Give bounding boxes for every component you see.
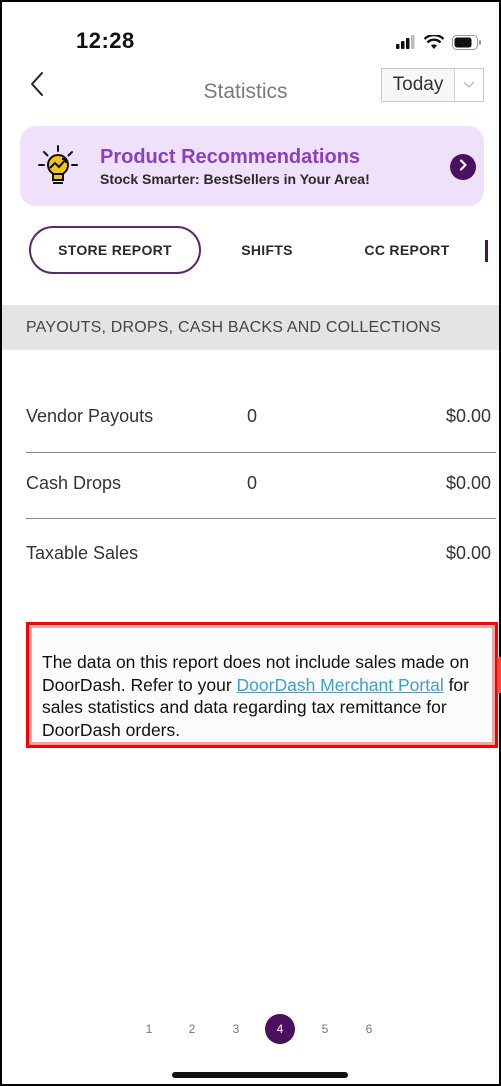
report-tabs: STORE REPORT SHIFTS CC REPORT xyxy=(2,226,499,278)
row-amount: $0.00 xyxy=(445,543,491,563)
chevron-down-icon xyxy=(463,76,475,94)
chevron-right-icon xyxy=(458,158,468,176)
page-5[interactable]: 5 xyxy=(310,1014,340,1044)
table-row: Cash Drops 0 $0.00 xyxy=(2,465,499,505)
row-label: Cash Drops xyxy=(26,473,122,493)
divider xyxy=(26,518,496,519)
table-row: Vendor Payouts 0 $0.00 xyxy=(2,398,499,438)
page-3[interactable]: 3 xyxy=(221,1014,251,1044)
divider xyxy=(26,452,496,453)
notice-text: The data on this report does not include… xyxy=(42,651,494,741)
promo-open-button[interactable] xyxy=(450,154,476,180)
row-label: Taxable Sales xyxy=(26,543,139,563)
row-amount: $0.00 xyxy=(445,406,491,426)
nav-bar: Statistics Today xyxy=(2,64,499,116)
tab-cc-report[interactable]: CC REPORT xyxy=(342,226,472,274)
row-count: 0 xyxy=(247,406,258,426)
notice-edge-marker xyxy=(497,657,501,693)
page-4-current[interactable]: 4 xyxy=(265,1014,295,1044)
page-6[interactable]: 6 xyxy=(354,1014,384,1044)
lightbulb-icon xyxy=(36,144,80,193)
signal-icon xyxy=(396,35,416,49)
period-dropdown-toggle[interactable] xyxy=(455,69,483,101)
table-row: Taxable Sales $0.00 xyxy=(2,535,499,575)
promo-title: Product Recommendations xyxy=(100,146,361,168)
pagination: 1 2 3 4 5 6 xyxy=(2,1014,499,1044)
period-value: Today xyxy=(382,69,455,101)
tab-store-report[interactable]: STORE REPORT xyxy=(29,226,201,274)
status-icons xyxy=(396,32,482,52)
doordash-notice: The data on this report does not include… xyxy=(26,622,498,748)
tab-shifts[interactable]: SHIFTS xyxy=(222,226,312,274)
status-time: 12:28 xyxy=(76,28,135,53)
home-indicator[interactable] xyxy=(172,1072,348,1078)
tab-overflow-indicator[interactable] xyxy=(485,240,488,262)
doordash-merchant-portal-link[interactable]: DoorDash Merchant Portal xyxy=(237,675,444,695)
page-2[interactable]: 2 xyxy=(177,1014,207,1044)
section-header: PAYOUTS, DROPS, CASH BACKS AND COLLECTIO… xyxy=(2,305,499,350)
battery-icon xyxy=(452,34,482,50)
wifi-icon xyxy=(424,34,444,50)
page-1[interactable]: 1 xyxy=(134,1014,164,1044)
row-amount: $0.00 xyxy=(445,473,491,493)
row-label: Vendor Payouts xyxy=(26,406,154,426)
promo-subtitle: Stock Smarter: BestSellers in Your Area! xyxy=(100,171,370,187)
row-count: 0 xyxy=(247,473,258,493)
period-select[interactable]: Today xyxy=(381,68,484,102)
product-recommendations-banner[interactable]: Product Recommendations Stock Smarter: B… xyxy=(20,126,484,206)
status-bar: 12:28 xyxy=(2,2,499,64)
